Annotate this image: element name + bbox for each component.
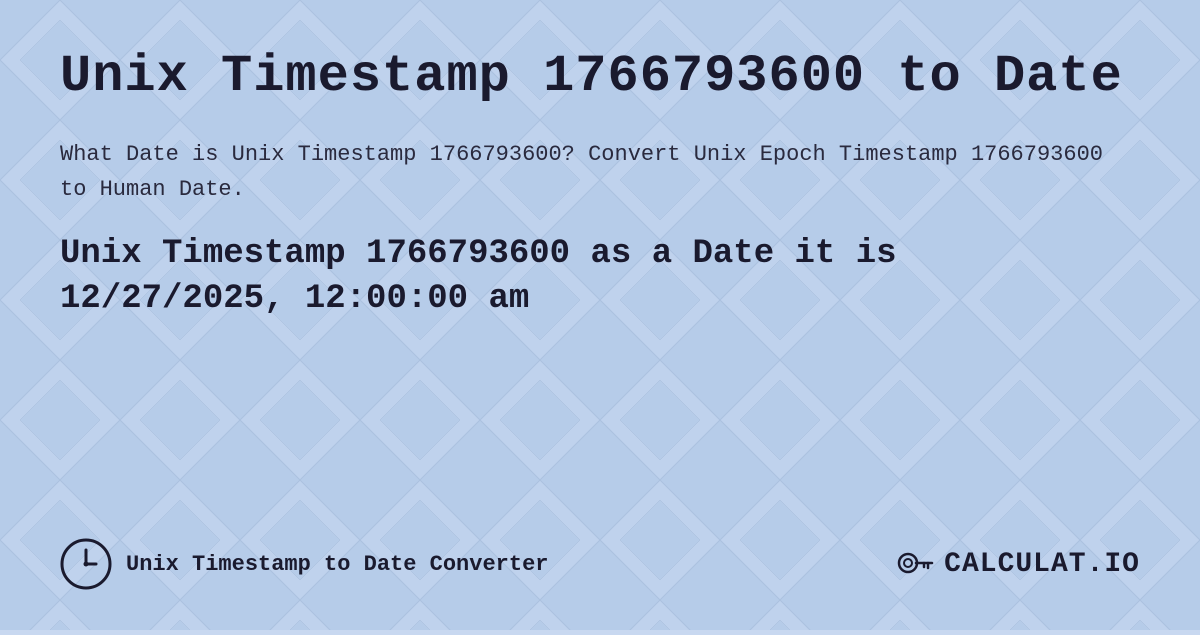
result-text: Unix Timestamp 1766793600 as a Date it i… bbox=[60, 232, 1140, 324]
footer-left[interactable]: Unix Timestamp to Date Converter bbox=[60, 538, 548, 590]
result-label: Unix Timestamp 1766793600 as a Date it i… bbox=[60, 235, 897, 273]
logo-text: CALCULAT.IO bbox=[944, 549, 1140, 580]
result-value: 12/27/2025, 12:00:00 am bbox=[60, 280, 529, 318]
footer: Unix Timestamp to Date Converter CALCULA… bbox=[60, 522, 1140, 590]
page-title: Unix Timestamp 1766793600 to Date bbox=[60, 48, 1140, 105]
page-content: Unix Timestamp 1766793600 to Date What D… bbox=[0, 0, 1200, 630]
footer-link-label[interactable]: Unix Timestamp to Date Converter bbox=[126, 552, 548, 577]
clock-icon bbox=[60, 538, 112, 590]
page-description: What Date is Unix Timestamp 1766793600? … bbox=[60, 137, 1140, 207]
result-section: Unix Timestamp 1766793600 as a Date it i… bbox=[60, 232, 1140, 324]
logo-area[interactable]: CALCULAT.IO bbox=[894, 543, 1140, 585]
logo-icon bbox=[894, 543, 936, 585]
